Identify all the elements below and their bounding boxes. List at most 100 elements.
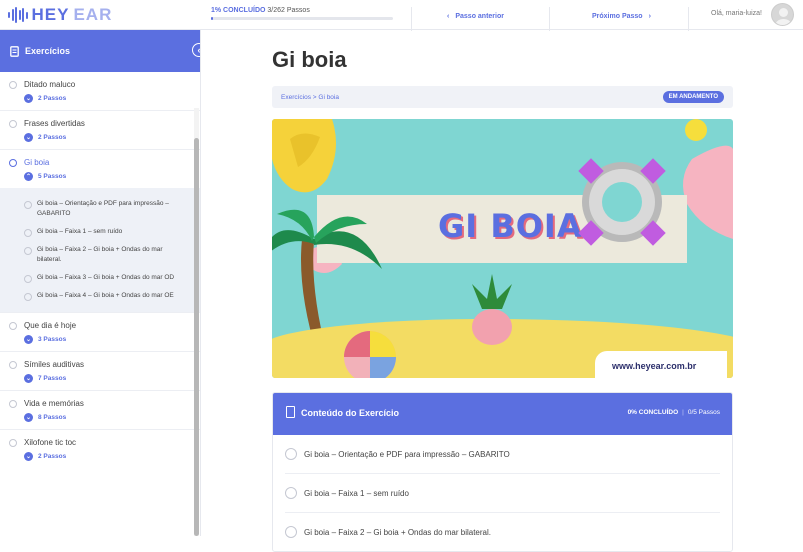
course-progress-fill <box>211 17 213 20</box>
sidebar-scrollbar-thumb[interactable] <box>194 138 199 536</box>
status-circle-icon <box>285 526 297 538</box>
sidebar-sub-item[interactable]: Gi boia – Orientação e PDF para impressã… <box>0 196 200 224</box>
status-circle-icon <box>9 321 17 330</box>
sidebar-item-frases-divertidas[interactable]: Frases divertidas ⌄ 2 Passos <box>0 111 200 150</box>
sidebar-sub-item[interactable]: Gi boia – Faixa 1 – sem ruído <box>0 224 200 242</box>
pineapple-illustration <box>472 274 512 345</box>
document-icon <box>286 406 295 418</box>
breadcrumb[interactable]: Exercícios > Gi boia <box>281 94 339 101</box>
status-circle-icon <box>9 399 17 408</box>
sidebar-item-steps: 7 Passos <box>38 375 67 382</box>
status-circle-icon <box>285 487 297 499</box>
sidebar-item-xilofone-tic-toc[interactable]: Xilofone tic toc ⌄ 2 Passos <box>0 430 200 468</box>
content-step-label: Gi boia – Faixa 1 – sem ruído <box>304 488 409 498</box>
content-step-row[interactable]: Gi boia – Orientação e PDF para impressã… <box>285 435 720 474</box>
status-circle-icon <box>9 119 17 128</box>
chevron-down-icon[interactable]: ⌄ <box>24 133 33 142</box>
document-icon <box>10 45 19 57</box>
top-bar: HEY EAR 1% CONCLUÍDO 3/262 Passos ‹ Pass… <box>0 0 803 31</box>
status-circle-icon <box>24 201 32 209</box>
sidebar-title: Exercícios <box>25 46 71 56</box>
status-badge: EM ANDAMENTO <box>662 91 724 103</box>
status-circle-icon <box>9 438 17 447</box>
sidebar-item-steps: 2 Passos <box>38 134 67 141</box>
content-step-label: Gi boia – Orientação e PDF para impressã… <box>304 449 510 459</box>
status-circle-icon <box>9 80 17 89</box>
sidebar-item-label: Gi boia <box>24 158 50 167</box>
chevron-down-icon[interactable]: ⌄ <box>24 335 33 344</box>
brand-logo[interactable]: HEY EAR <box>8 5 112 25</box>
divider <box>688 7 689 31</box>
course-progress: 1% CONCLUÍDO 3/262 Passos <box>211 7 393 20</box>
content-step-row[interactable]: Gi boia – Faixa 2 – Gi boia + Ondas do m… <box>285 513 720 551</box>
sidebar-sub-item-label: Gi boia – Faixa 3 – Gi boia + Ondas do m… <box>37 274 175 281</box>
sidebar-item-steps: 8 Passos <box>38 414 67 421</box>
status-circle-icon <box>24 275 32 283</box>
status-circle-icon <box>9 158 17 167</box>
chevron-down-icon[interactable]: ⌄ <box>24 452 33 461</box>
sidebar-item-vida-e-memorias[interactable]: Vida e memórias ⌄ 8 Passos <box>0 391 200 430</box>
sidebar-item-gi-boia[interactable]: Gi boia ⌃ 5 Passos Gi boia – Orientação e… <box>0 150 200 312</box>
sidebar-item-que-dia-e-hoje[interactable]: Que dia é hoje ⌄ 3 Passos <box>0 312 200 352</box>
previous-step-label: Passo anterior <box>455 13 504 20</box>
breadcrumb-bar: Exercícios > Gi boia EM ANDAMENTO <box>272 86 733 108</box>
banner-url: www.heyear.com.br <box>612 361 697 371</box>
status-circle-icon <box>9 360 17 369</box>
sidebar-sub-item-label: Gi boia – Faixa 1 – sem ruído <box>37 228 123 235</box>
sidebar-item-label: Símiles auditivas <box>24 360 85 369</box>
status-circle-icon <box>285 448 297 460</box>
status-circle-icon <box>24 247 32 255</box>
brand-name-ear: EAR <box>73 5 113 24</box>
chevron-down-icon[interactable]: ⌄ <box>24 374 33 383</box>
sidebar-sub-list: Gi boia – Orientação e PDF para impressã… <box>0 188 200 312</box>
sidebar-item-label: Xilofone tic toc <box>24 438 77 447</box>
status-circle-icon <box>24 229 32 237</box>
user-greeting: Olá, maria-luiza! <box>711 10 762 17</box>
banner-foreground <box>344 274 512 378</box>
sidebar-item-similes-auditivas[interactable]: Símiles auditivas ⌄ 7 Passos <box>0 352 200 391</box>
content-card-title: Conteúdo do Exercício <box>301 408 400 418</box>
content-step-row[interactable]: Gi boia – Faixa 1 – sem ruído <box>285 474 720 513</box>
sidebar-sub-item-label: Gi boia – Faixa 4 – Gi boia + Ondas do m… <box>37 292 174 299</box>
sidebar-item-steps: 3 Passos <box>38 336 67 343</box>
status-circle-icon <box>24 293 32 301</box>
sound-wave-icon <box>8 7 28 23</box>
exercise-content-card: Conteúdo do Exercício 0% CONCLUÍDO | 0/5 P… <box>272 392 733 552</box>
sidebar-item-label: Que dia é hoje <box>24 321 77 330</box>
main-content: Gi boia Exercícios > Gi boia EM ANDAMENT… <box>201 30 803 552</box>
user-avatar[interactable] <box>771 3 794 26</box>
sidebar-sub-item-label: Gi boia – Faixa 2 – Gi boia + Ondas do m… <box>37 246 163 263</box>
content-progress-steps: 0/5 Passos <box>687 409 720 416</box>
collapse-sidebar-button[interactable]: ‹ <box>192 43 200 57</box>
sidebar-item-label: Frases divertidas <box>24 119 85 128</box>
exercise-sidebar: Exercícios ‹ Ditado maluco ⌄ 2 Passos Fra… <box>0 30 201 536</box>
course-progress-track <box>211 17 393 20</box>
divider <box>411 7 412 31</box>
sidebar-sub-item[interactable]: Gi boia – Faixa 4 – Gi boia + Ondas do m… <box>0 288 200 306</box>
chevron-down-icon[interactable]: ⌄ <box>24 413 33 422</box>
sidebar-item-steps: 2 Passos <box>38 453 67 460</box>
sidebar-header: Exercícios ‹ <box>0 30 200 72</box>
sidebar-item-label: Ditado maluco <box>24 80 76 89</box>
content-step-label: Gi boia – Faixa 2 – Gi boia + Ondas do m… <box>304 527 491 537</box>
sidebar-sub-item-label: Gi boia – Orientação e PDF para impressã… <box>37 200 169 217</box>
sidebar-item-steps: 2 Passos <box>38 95 67 102</box>
previous-step-button[interactable]: ‹ Passo anterior <box>447 13 504 20</box>
brand-name-hey: HEY <box>31 5 70 24</box>
chevron-right-icon: › <box>648 13 651 20</box>
exercise-banner-image: GI BOIA www.heyear.com.br <box>272 119 733 378</box>
content-progress-percent: 0% CONCLUÍDO <box>627 409 679 416</box>
course-progress-percent: 1% CONCLUÍDO <box>211 7 266 14</box>
chevron-down-icon[interactable]: ⌄ <box>24 94 33 103</box>
sidebar-sub-item[interactable]: Gi boia – Faixa 2 – Gi boia + Ondas do m… <box>0 242 200 270</box>
sidebar-item-ditado-maluco[interactable]: Ditado maluco ⌄ 2 Passos <box>0 72 200 111</box>
next-step-label: Próximo Passo <box>592 13 643 20</box>
content-progress: 0% CONCLUÍDO | 0/5 Passos <box>627 409 720 416</box>
chevron-left-icon: ‹ <box>447 13 450 20</box>
chevron-up-icon[interactable]: ⌃ <box>24 172 33 181</box>
next-step-button[interactable]: Próximo Passo › <box>592 13 651 20</box>
divider <box>549 7 550 31</box>
page-title: Gi boia <box>272 47 347 72</box>
sidebar-sub-item[interactable]: Gi boia – Faixa 3 – Gi boia + Ondas do m… <box>0 270 200 288</box>
sidebar-item-label: Vida e memórias <box>24 399 84 408</box>
